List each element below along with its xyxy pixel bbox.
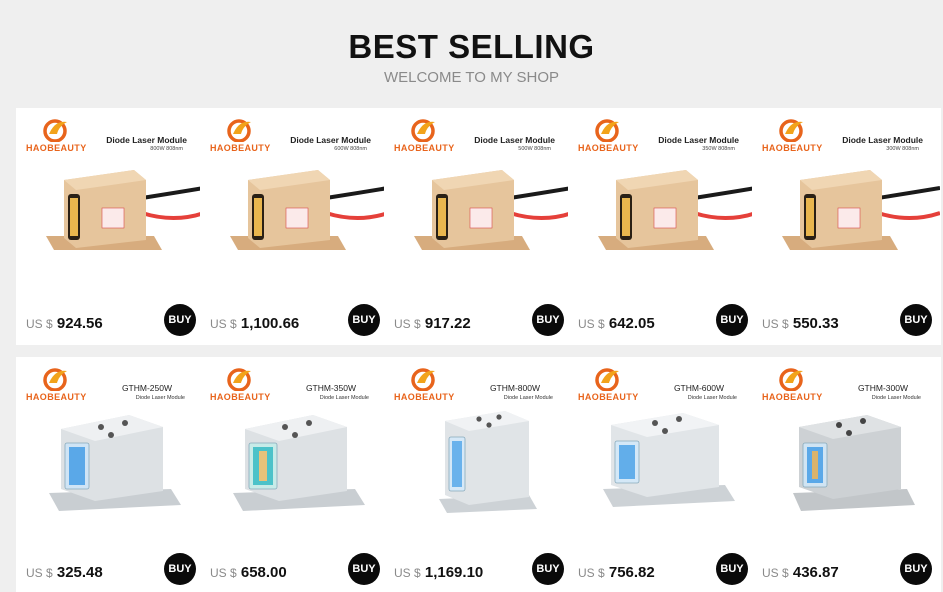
product-price: US $ 756.82 — [578, 564, 655, 581]
product-card[interactable]: HAOBEAUTY Diode Laser Module 350W 808nm … — [568, 108, 757, 345]
product-spec: 800W 808nm — [150, 146, 183, 152]
phoenix-logo-icon — [227, 368, 251, 391]
price-amount: 325.48 — [56, 564, 103, 581]
phoenix-logo-icon — [43, 119, 67, 142]
gold-laser-module-image — [230, 170, 388, 250]
buy-button[interactable]: BUY — [716, 304, 748, 336]
price-amount: 1,100.66 — [240, 315, 300, 332]
section-subtitle: WELCOME TO MY SHOP — [383, 69, 560, 86]
currency-label: US $ — [578, 317, 605, 331]
product-card[interactable]: HAOBEAUTY GTHM-800W Diode Laser Module U… — [384, 357, 573, 592]
product-price: US $ 1,100.66 — [210, 315, 299, 332]
price-amount: 917.22 — [424, 315, 471, 332]
product-price: US $ 550.33 — [762, 315, 839, 332]
product-spec: 300W 808nm — [886, 146, 919, 152]
product-spec: 350W 808nm — [702, 146, 735, 152]
currency-label: US $ — [26, 317, 53, 331]
brand-name: HAOBEAUTY — [394, 143, 455, 153]
price-amount: 756.82 — [608, 564, 655, 581]
product-title: Diode Laser Module — [290, 135, 371, 145]
product-card[interactable]: HAOBEAUTY GTHM-350W Diode Laser Module U… — [200, 357, 389, 592]
silver-laser-module-image — [793, 415, 915, 511]
phoenix-logo-icon — [779, 368, 803, 391]
brand-name: HAOBEAUTY — [578, 143, 639, 153]
product-title: Diode Laser Module — [106, 135, 187, 145]
product-title: Diode Laser Module — [474, 135, 555, 145]
page-header: BEST SELLING WELCOME TO MY SHOP — [0, 0, 943, 100]
currency-label: US $ — [210, 317, 237, 331]
brand-name: HAOBEAUTY — [762, 143, 823, 153]
product-card[interactable]: HAOBEAUTY Diode Laser Module 500W 808nm … — [384, 108, 573, 345]
currency-label: US $ — [578, 566, 605, 580]
product-price: US $ 924.56 — [26, 315, 103, 332]
product-card[interactable]: HAOBEAUTY Diode Laser Module 800W 808nm … — [16, 108, 205, 345]
product-spec: 600W 808nm — [334, 146, 367, 152]
brand-logo: HAOBEAUTY — [578, 118, 640, 154]
product-price: US $ 917.22 — [394, 315, 471, 332]
product-price: US $ 325.48 — [26, 564, 103, 581]
silver-laser-module-image — [233, 415, 365, 511]
product-card[interactable]: HAOBEAUTY GTHM-300W Diode Laser Module U… — [752, 357, 941, 592]
currency-label: US $ — [394, 566, 421, 580]
brand-logo: HAOBEAUTY — [26, 118, 88, 154]
phoenix-logo-icon — [595, 119, 619, 142]
phoenix-logo-icon — [411, 368, 435, 391]
brand-logo: HAOBEAUTY — [210, 118, 272, 154]
product-title: Diode Laser Module — [658, 135, 739, 145]
product-card[interactable]: HAOBEAUTY Diode Laser Module 300W 808nm … — [752, 108, 941, 345]
brand-name: HAOBEAUTY — [26, 143, 87, 153]
buy-button[interactable]: BUY — [532, 304, 564, 336]
product-price: US $ 642.05 — [578, 315, 655, 332]
currency-label: US $ — [394, 317, 421, 331]
buy-button[interactable]: BUY — [900, 304, 932, 336]
currency-label: US $ — [210, 566, 237, 580]
brand-logo: HAOBEAUTY — [762, 118, 824, 154]
currency-label: US $ — [762, 566, 789, 580]
phoenix-logo-icon — [595, 368, 619, 391]
section-title: BEST SELLING — [348, 28, 595, 65]
buy-button[interactable]: BUY — [716, 553, 748, 585]
phoenix-logo-icon — [43, 368, 67, 391]
product-spec: 500W 808nm — [518, 146, 551, 152]
phoenix-logo-icon — [411, 119, 435, 142]
product-card[interactable]: HAOBEAUTY GTHM-250W Diode Laser Module U… — [16, 357, 205, 592]
buy-button[interactable]: BUY — [900, 553, 932, 585]
phoenix-logo-icon — [779, 119, 803, 142]
buy-button[interactable]: BUY — [164, 553, 196, 585]
price-amount: 550.33 — [792, 315, 839, 332]
price-amount: 642.05 — [608, 315, 655, 332]
gold-laser-module-image — [46, 170, 204, 250]
brand-name: HAOBEAUTY — [210, 143, 271, 153]
price-amount: 1,169.10 — [424, 564, 484, 581]
buy-button[interactable]: BUY — [532, 553, 564, 585]
product-price: US $ 658.00 — [210, 564, 287, 581]
product-price: US $ 1,169.10 — [394, 564, 483, 581]
product-price: US $ 436.87 — [762, 564, 839, 581]
buy-button[interactable]: BUY — [348, 553, 380, 585]
price-amount: 658.00 — [240, 564, 287, 581]
gold-laser-module-image — [598, 170, 756, 250]
silver-laser-module-image — [49, 415, 181, 511]
gold-laser-module-image — [782, 170, 940, 250]
buy-button[interactable]: BUY — [164, 304, 196, 336]
product-card[interactable]: HAOBEAUTY GTHM-600W Diode Laser Module U… — [568, 357, 757, 592]
gold-laser-module-image — [414, 170, 572, 250]
price-amount: 436.87 — [792, 564, 839, 581]
brand-logo: HAOBEAUTY — [394, 118, 456, 154]
product-card[interactable]: HAOBEAUTY Diode Laser Module 600W 808nm … — [200, 108, 389, 345]
silver-laser-module-image — [439, 411, 537, 513]
phoenix-logo-icon — [227, 119, 251, 142]
currency-label: US $ — [26, 566, 53, 580]
buy-button[interactable]: BUY — [348, 304, 380, 336]
price-amount: 924.56 — [56, 315, 103, 332]
product-title: Diode Laser Module — [842, 135, 923, 145]
currency-label: US $ — [762, 317, 789, 331]
silver-laser-module-image — [603, 413, 735, 507]
